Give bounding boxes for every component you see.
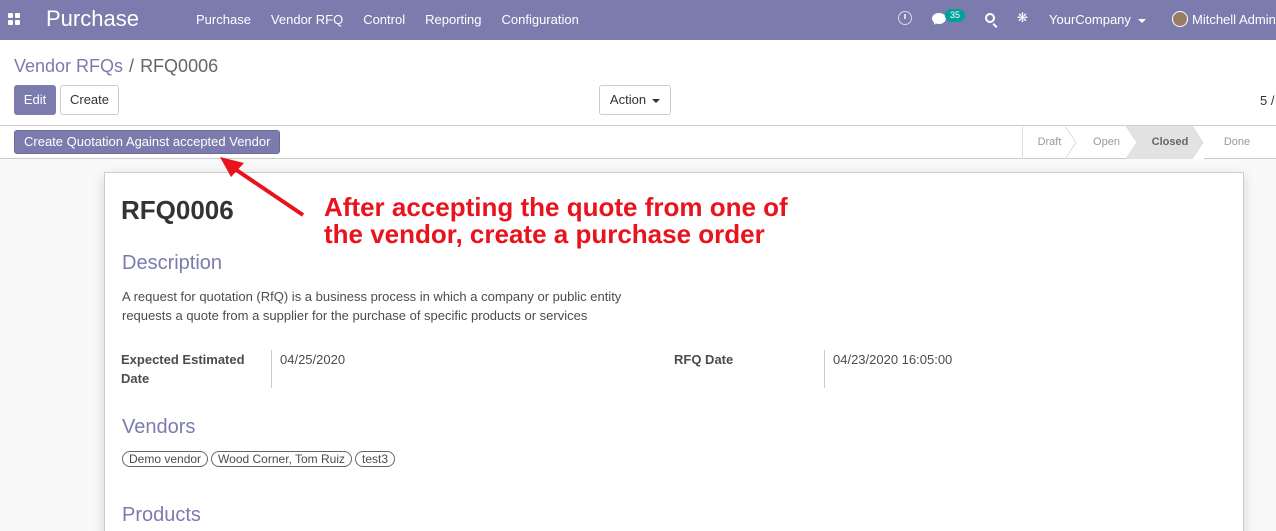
pager[interactable]: 5 / — [1260, 93, 1274, 108]
create-quotation-button[interactable]: Create Quotation Against accepted Vendor — [14, 130, 281, 154]
avatar[interactable] — [1172, 11, 1188, 27]
stage-closed[interactable]: Closed — [1137, 126, 1204, 159]
chevron-down-icon — [1137, 18, 1146, 23]
app-title: Purchase — [46, 6, 139, 31]
vendors-heading: Vendors — [122, 416, 196, 438]
action-dropdown[interactable]: Action — [599, 85, 671, 115]
stage-pipeline: Draft Open Closed Done — [1022, 126, 1271, 159]
debug-bug-icon[interactable]: ❋ — [1017, 11, 1028, 25]
label-line: Date — [121, 371, 150, 386]
menu-item-configuration[interactable]: Configuration — [491, 0, 588, 40]
menu-item-purchase[interactable]: Purchase — [186, 0, 261, 40]
chat-icon[interactable] — [932, 13, 946, 25]
breadcrumb-separator: / — [129, 56, 135, 76]
description-heading: Description — [122, 252, 223, 274]
create-button[interactable]: Create — [60, 85, 119, 115]
annotation-line: After accepting the quote from one of — [324, 192, 788, 222]
control-panel: Vendor RFQs / RFQ0006 Edit Create Action 5… — [0, 40, 1276, 126]
annotation-arrow-icon — [220, 157, 305, 217]
menu-item-control[interactable]: Control — [353, 0, 415, 40]
rfq-date-value[interactable]: 04/23/2020 16:05:00 — [824, 350, 952, 388]
label-line: Expected Estimated — [121, 352, 245, 367]
breadcrumb: Vendor RFQs / RFQ0006 — [14, 56, 218, 77]
breadcrumb-parent[interactable]: Vendor RFQs — [14, 56, 123, 76]
stage-label: Draft — [1037, 136, 1062, 148]
stage-label: Closed — [1151, 136, 1189, 148]
user-menu[interactable]: Mitchell Admin — [1192, 0, 1276, 40]
stage-open[interactable]: Open — [1076, 126, 1138, 159]
company-name: YourCompany — [1049, 12, 1131, 27]
annotation-line: the vendor, create a purchase order — [324, 219, 765, 249]
top-navbar: Purchase Purchase Vendor RFQ Control Rep… — [0, 0, 1276, 40]
apps-menu-icon[interactable] — [8, 13, 20, 25]
expected-date-label: Expected Estimated Date — [121, 350, 245, 388]
breadcrumb-current: RFQ0006 — [140, 56, 219, 76]
edit-button[interactable]: Edit — [14, 85, 56, 115]
description-text[interactable]: A request for quotation (RfQ) is a busin… — [122, 287, 642, 325]
expected-date-value[interactable]: 04/25/2020 — [271, 350, 345, 388]
annotation-callout: After accepting the quote from one of th… — [324, 194, 788, 248]
products-heading: Products — [122, 504, 201, 526]
action-label: Action — [609, 92, 647, 107]
notification-badge: 35 — [945, 9, 966, 22]
company-switcher[interactable]: YourCompany — [1049, 0, 1146, 40]
vendor-tag[interactable]: test3 — [355, 451, 396, 467]
activity-clock-icon[interactable] — [898, 11, 912, 25]
vendor-tags: Demo vendor Wood Corner, Tom Ruiz test3 — [122, 451, 398, 467]
menu-item-vendor-rfq[interactable]: Vendor RFQ — [261, 0, 353, 40]
vendor-tag[interactable]: Demo vendor — [122, 451, 209, 467]
stage-label: Done — [1223, 136, 1251, 148]
menu-item-reporting[interactable]: Reporting — [415, 0, 491, 40]
vendor-tag[interactable]: Wood Corner, Tom Ruiz — [211, 451, 352, 467]
stage-label: Open — [1093, 136, 1120, 148]
description-line: A request for quotation (RfQ) is a busin… — [122, 289, 622, 304]
search-icon[interactable] — [985, 13, 995, 23]
rfq-date-label: RFQ Date — [674, 352, 734, 367]
description-line: requests a quote from a supplier for the… — [122, 308, 588, 323]
stage-draft[interactable]: Draft — [1023, 126, 1077, 159]
stage-done[interactable]: Done — [1203, 126, 1271, 159]
status-bar: Create Quotation Against accepted Vendor… — [0, 126, 1276, 159]
main-menu: Purchase Vendor RFQ Control Reporting Co… — [186, 0, 589, 40]
chevron-down-icon — [652, 98, 661, 103]
